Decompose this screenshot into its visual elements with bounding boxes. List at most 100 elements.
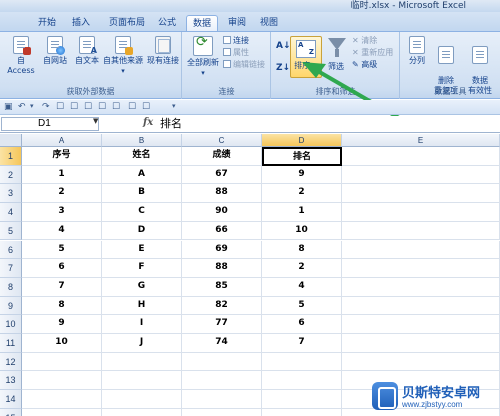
from-other-sources-button[interactable]: 自其他来源 ▾ — [103, 36, 143, 76]
row-header[interactable]: 13 — [0, 371, 22, 391]
cell[interactable]: 69 — [182, 240, 262, 260]
redo-icon[interactable]: ↷ — [42, 102, 50, 112]
cell[interactable] — [342, 315, 500, 334]
cell[interactable] — [22, 352, 102, 372]
chevron-down-icon[interactable]: ▾ — [30, 102, 34, 110]
text-to-columns-button[interactable]: 分列 — [405, 36, 429, 66]
tab-review[interactable]: 审阅 — [222, 15, 252, 32]
from-text-button[interactable]: 自文本 — [72, 36, 102, 66]
properties-button[interactable]: 属性 — [223, 48, 249, 58]
row-header[interactable]: 5 — [0, 221, 22, 241]
cell[interactable]: E — [102, 240, 182, 260]
cell[interactable]: C — [102, 203, 182, 222]
row-header[interactable]: 2 — [0, 165, 22, 185]
cell[interactable]: 90 — [182, 203, 262, 222]
cell[interactable] — [182, 371, 262, 391]
row-header[interactable]: 7 — [0, 259, 22, 278]
cell[interactable] — [102, 352, 182, 372]
cell[interactable]: 6 — [262, 315, 342, 334]
advanced-button[interactable]: ✎ 高级 — [352, 60, 377, 70]
cell[interactable]: 5 — [22, 240, 102, 260]
from-web-button[interactable]: 自网站 — [40, 36, 70, 66]
cell[interactable] — [22, 408, 102, 416]
cell[interactable] — [182, 408, 262, 416]
cell[interactable]: 6 — [22, 259, 102, 278]
row-header[interactable]: 12 — [0, 352, 22, 372]
row-header[interactable]: 1 — [0, 147, 22, 166]
cell[interactable]: 2 — [262, 184, 342, 204]
cell[interactable] — [262, 352, 342, 372]
column-header-b[interactable]: B — [102, 134, 182, 147]
formula-input[interactable]: 排名 — [160, 117, 182, 131]
tab-data[interactable]: 数据 — [186, 15, 219, 32]
cell[interactable]: F — [102, 259, 182, 278]
cell[interactable]: 77 — [182, 315, 262, 334]
cell[interactable] — [22, 371, 102, 391]
row-header[interactable]: 9 — [0, 296, 22, 316]
sort-descending-button[interactable]: Z↓ — [276, 64, 290, 73]
column-header-c[interactable]: C — [182, 134, 262, 147]
cell[interactable]: J — [102, 334, 182, 353]
cell[interactable]: 8 — [22, 296, 102, 316]
cell[interactable] — [262, 371, 342, 391]
cell[interactable] — [342, 352, 500, 372]
tab-home[interactable]: 开始 — [32, 15, 62, 32]
existing-connections-button[interactable]: 现有连接 — [146, 36, 180, 66]
cell[interactable]: 88 — [182, 184, 262, 204]
cell[interactable]: 2 — [262, 259, 342, 278]
refresh-all-button[interactable]: 全部刷新 ▾ — [185, 36, 221, 78]
cell[interactable] — [182, 390, 262, 409]
customize-toolbar-icon[interactable]: ▾ — [172, 102, 176, 110]
cell[interactable] — [342, 277, 500, 297]
sort-button[interactable]: 排序... — [290, 36, 322, 78]
cell[interactable]: 9 — [262, 165, 342, 185]
cell[interactable]: 2 — [22, 184, 102, 204]
cell[interactable]: 序号 — [22, 147, 102, 166]
cell[interactable]: 10 — [262, 221, 342, 241]
row-header[interactable]: 8 — [0, 277, 22, 297]
save-icon[interactable]: ▣ — [4, 102, 13, 112]
cell[interactable]: 5 — [262, 296, 342, 316]
cell[interactable] — [102, 371, 182, 391]
cell[interactable] — [342, 240, 500, 260]
cell[interactable]: A — [102, 165, 182, 185]
cell[interactable] — [102, 390, 182, 409]
clear-button[interactable]: ✕ 清除 — [352, 36, 377, 46]
cell[interactable] — [102, 408, 182, 416]
edit-links-button[interactable]: 编辑链接 — [223, 60, 265, 70]
cell[interactable]: D — [102, 221, 182, 241]
quick-tool-icon[interactable]: ☐ — [128, 102, 136, 112]
cell[interactable]: 9 — [22, 315, 102, 334]
cell[interactable] — [342, 184, 500, 204]
tab-formulas[interactable]: 公式 — [152, 15, 182, 32]
name-box[interactable]: D1 — [1, 117, 99, 131]
row-header[interactable]: 3 — [0, 184, 22, 204]
cell[interactable] — [342, 147, 500, 166]
quick-tool-icon[interactable]: ☐ — [70, 102, 78, 112]
cell[interactable]: 8 — [262, 240, 342, 260]
chevron-down-icon[interactable]: ▼ — [93, 117, 98, 125]
undo-icon[interactable]: ↶ — [18, 102, 26, 112]
cell[interactable]: 1 — [22, 165, 102, 185]
cell[interactable]: I — [102, 315, 182, 334]
column-header-a[interactable]: A — [22, 134, 102, 147]
row-header[interactable]: 15 — [0, 408, 22, 416]
quick-tool-icon[interactable]: ☐ — [112, 102, 120, 112]
row-header[interactable]: 11 — [0, 334, 22, 353]
cell[interactable]: 7 — [22, 277, 102, 297]
cell[interactable]: 10 — [22, 334, 102, 353]
cell[interactable] — [342, 165, 500, 185]
select-all-corner[interactable] — [0, 134, 22, 147]
cell[interactable]: 成绩 — [182, 147, 262, 166]
cell[interactable] — [182, 352, 262, 372]
row-header[interactable]: 6 — [0, 240, 22, 260]
cell[interactable]: 82 — [182, 296, 262, 316]
cell[interactable] — [262, 390, 342, 409]
sort-ascending-button[interactable]: A↓ — [276, 42, 291, 51]
cell[interactable] — [342, 334, 500, 353]
cell[interactable]: 85 — [182, 277, 262, 297]
filter-button[interactable]: 筛选 — [324, 62, 348, 72]
column-header-e[interactable]: E — [342, 134, 500, 147]
cell[interactable] — [22, 390, 102, 409]
cell[interactable]: H — [102, 296, 182, 316]
